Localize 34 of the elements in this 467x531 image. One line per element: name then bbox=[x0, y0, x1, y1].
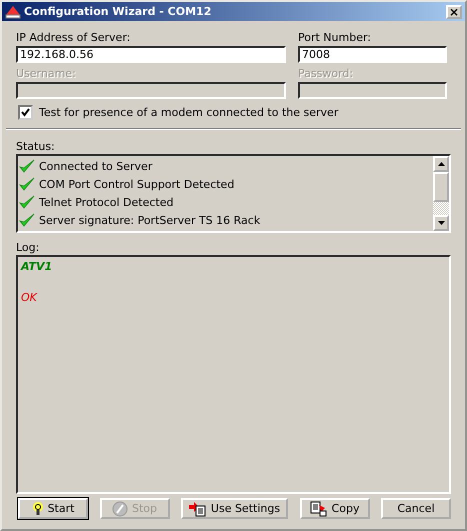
dialog-button[interactable]: Use Settings bbox=[181, 498, 288, 519]
check-icon bbox=[19, 159, 35, 173]
input-field[interactable]: 192.168.0.56 bbox=[16, 46, 286, 63]
scrollbar[interactable] bbox=[433, 156, 449, 231]
close-button[interactable]: × bbox=[446, 4, 462, 18]
light-bulb-icon bbox=[32, 502, 44, 516]
log-line: ATV1 bbox=[21, 260, 52, 273]
checkbox[interactable] bbox=[18, 105, 33, 120]
status-item: Telnet Protocol Detected bbox=[39, 196, 174, 208]
check-icon bbox=[19, 213, 35, 227]
status-item: COM Port Control Support Detected bbox=[39, 178, 234, 190]
status-item: Connected to Server bbox=[39, 160, 152, 172]
app-icon bbox=[5, 4, 21, 18]
dialog-button[interactable]: Copy bbox=[300, 498, 370, 519]
log-line: OK bbox=[21, 291, 37, 304]
stop-icon bbox=[112, 500, 128, 516]
copy-icon bbox=[310, 500, 328, 516]
field-label: Username: bbox=[16, 67, 77, 80]
checkbox-label: Test for presence of a modem connected to the server bbox=[39, 106, 338, 119]
window-title: Configuration Wizard - COM12 bbox=[24, 5, 212, 18]
input-field[interactable]: 7008 bbox=[298, 46, 447, 63]
dialog-button[interactable]: Start bbox=[18, 498, 88, 519]
status-label: Status: bbox=[16, 140, 56, 153]
status-item: Server signature: PortServer TS 16 Rack bbox=[39, 214, 260, 226]
field-label: Password: bbox=[298, 67, 354, 80]
dialog-button[interactable]: Cancel bbox=[381, 498, 451, 519]
down-arrow-icon bbox=[438, 221, 444, 225]
up-arrow-icon bbox=[438, 162, 444, 166]
field-label: Port Number: bbox=[298, 31, 372, 44]
check-icon bbox=[19, 177, 35, 191]
document-arrow-icon bbox=[188, 500, 207, 516]
field-label: IP Address of Server: bbox=[16, 31, 132, 44]
log-label: Log: bbox=[16, 241, 40, 254]
check-icon bbox=[19, 195, 35, 209]
